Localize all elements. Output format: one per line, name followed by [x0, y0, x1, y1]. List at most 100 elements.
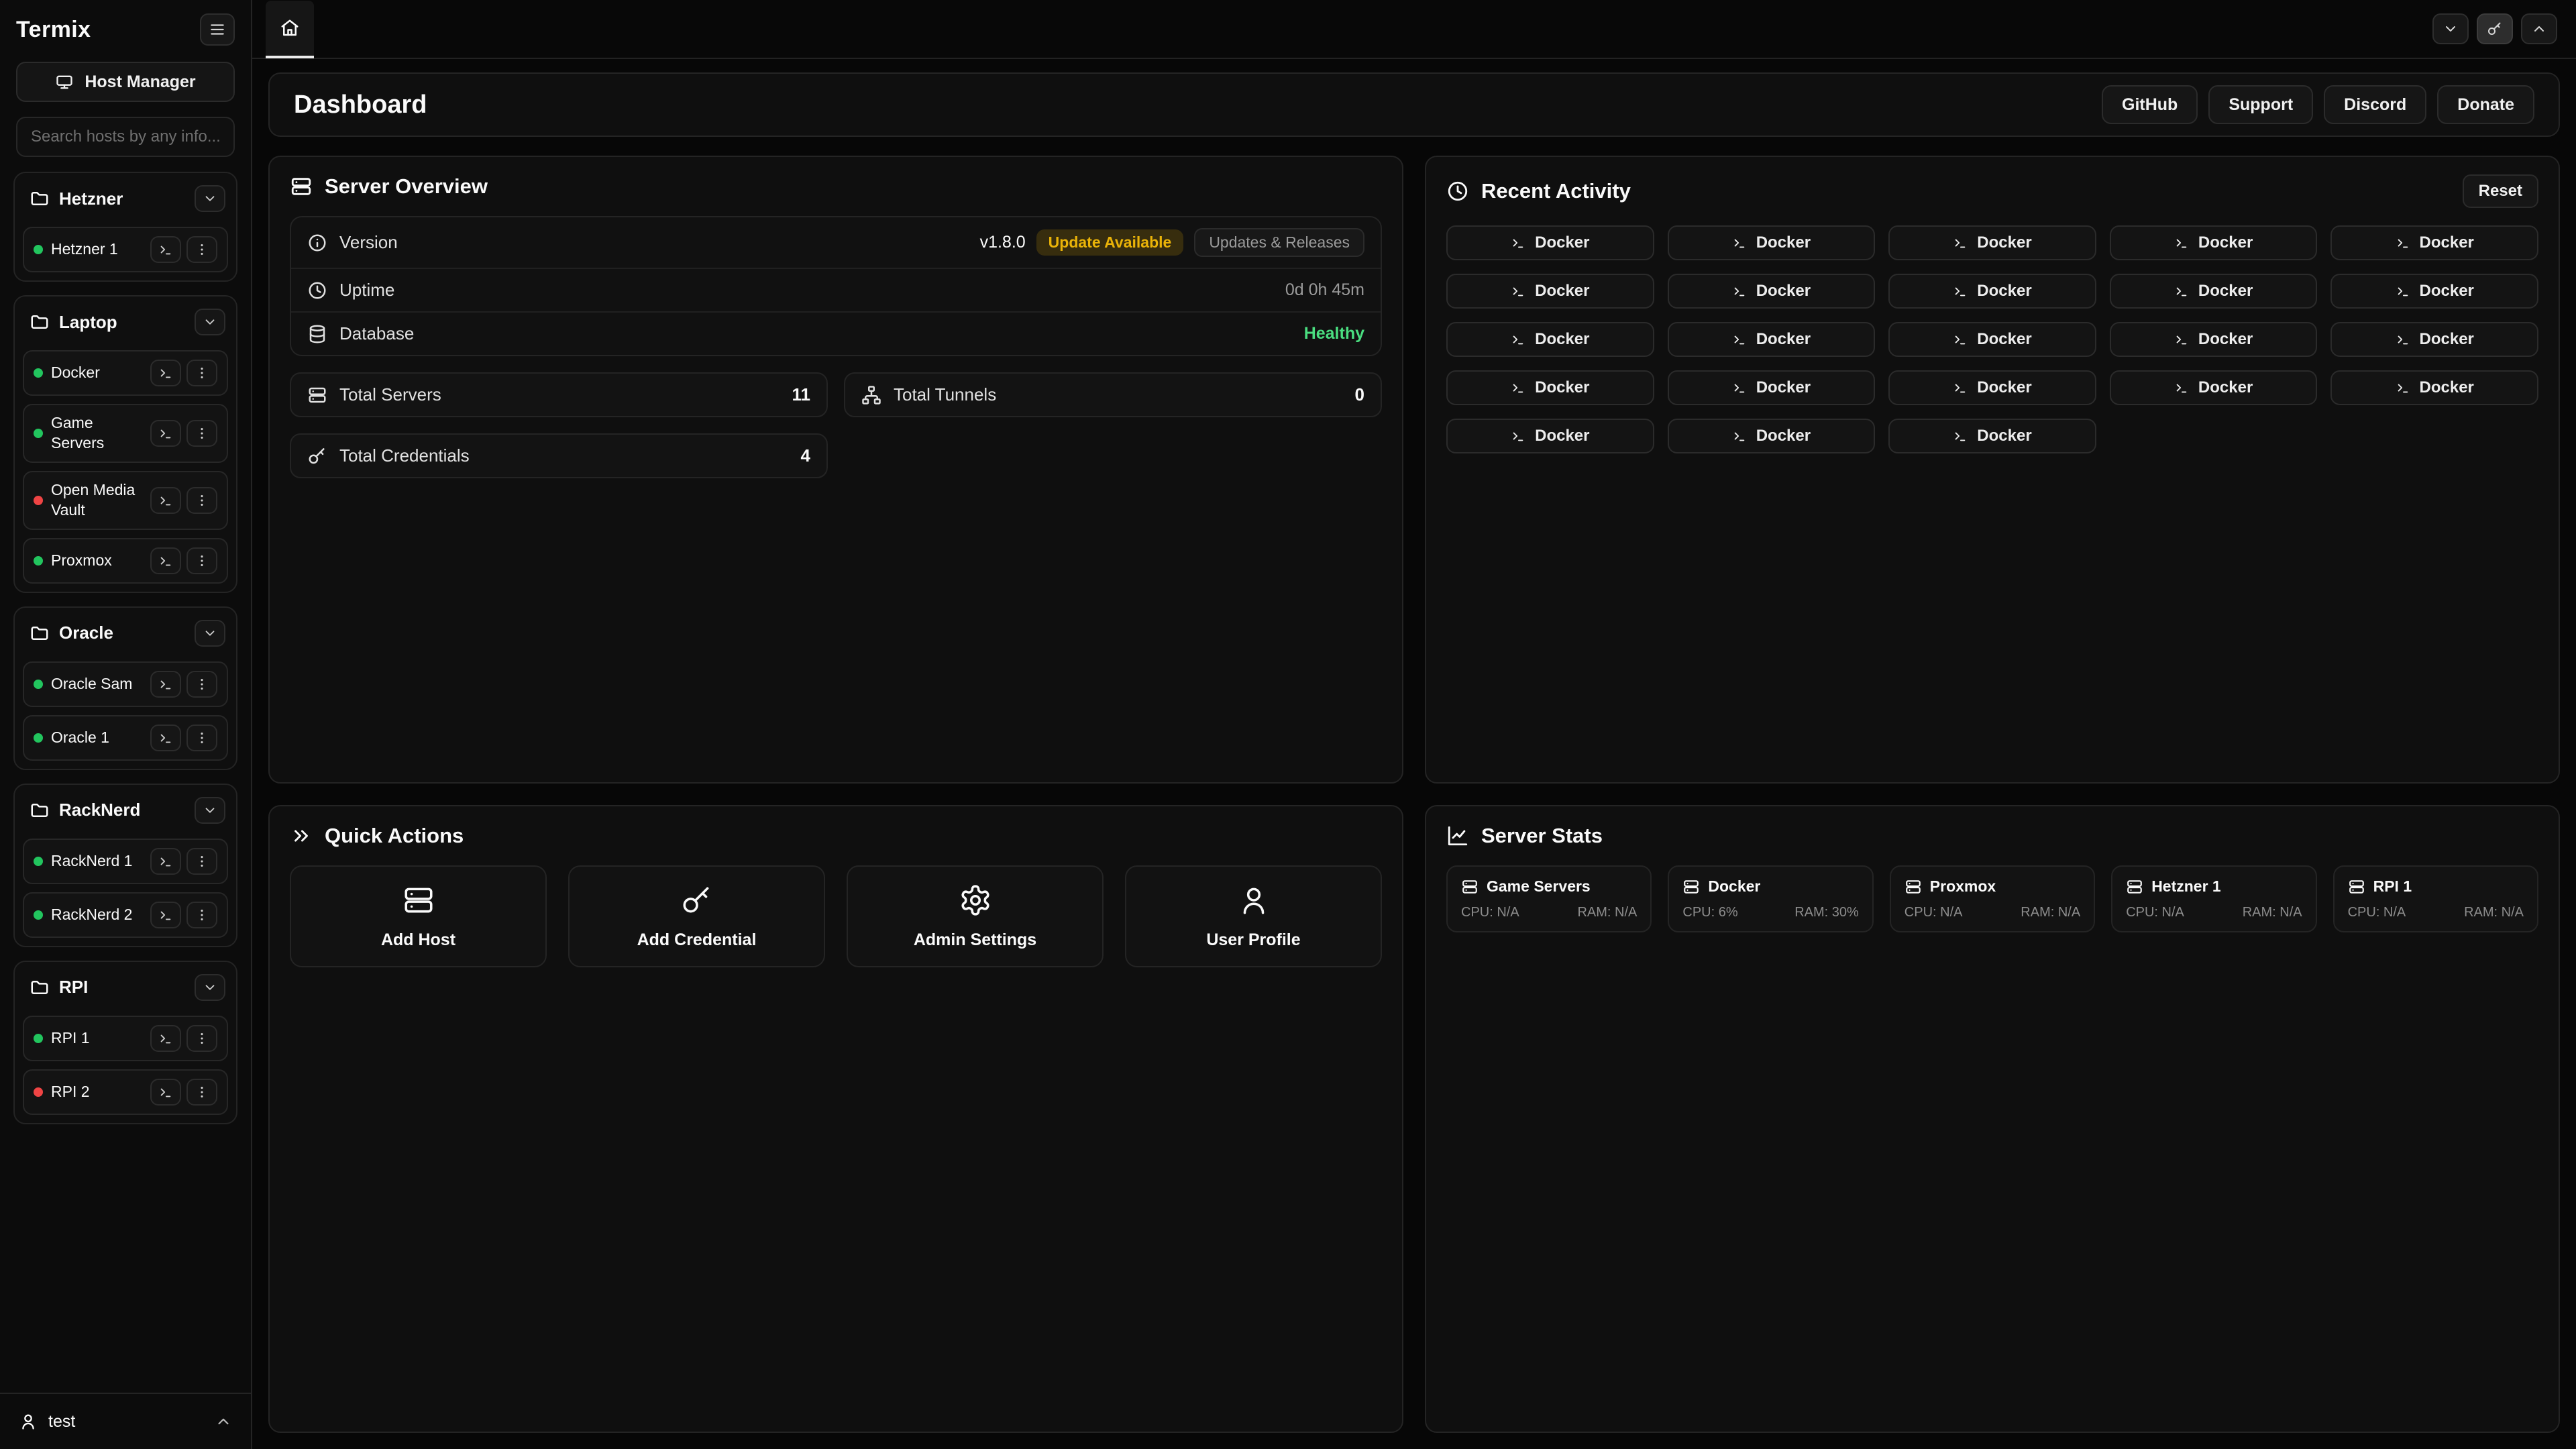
host-terminal-button[interactable] — [150, 848, 181, 875]
host-kebab-button[interactable] — [186, 1079, 217, 1106]
server-icon — [307, 385, 327, 405]
activity-item[interactable]: Docker — [2110, 370, 2318, 405]
stat-label: Total Servers — [339, 384, 780, 405]
terminal-icon — [1511, 429, 1525, 443]
quick-action-label: Add Host — [381, 930, 455, 950]
status-dot — [34, 1087, 43, 1097]
stat-tile-total-credentials: Total Credentials 4 — [290, 433, 828, 478]
activity-item[interactable]: Docker — [1888, 274, 2096, 309]
host-row-hetzner-1[interactable]: Hetzner 1 — [23, 227, 228, 272]
header-button-donate[interactable]: Donate — [2437, 85, 2534, 124]
host-row-racknerd-2[interactable]: RackNerd 2 — [23, 892, 228, 938]
host-kebab-button[interactable] — [186, 487, 217, 514]
user-menu-button[interactable]: test — [0, 1393, 251, 1449]
host-row-racknerd-1[interactable]: RackNerd 1 — [23, 839, 228, 884]
activity-item[interactable]: Docker — [2330, 322, 2538, 357]
host-label: Open Media Vault — [51, 480, 142, 521]
activity-item[interactable]: Docker — [1446, 225, 1654, 260]
host-kebab-button[interactable] — [186, 671, 217, 698]
stat-label: Total Tunnels — [894, 384, 1343, 405]
activity-label: Docker — [2420, 282, 2474, 301]
activity-item[interactable]: Docker — [1668, 274, 1876, 309]
host-manager-button[interactable]: Host Manager — [16, 62, 235, 102]
key-icon — [2487, 21, 2503, 37]
reset-button[interactable]: Reset — [2463, 174, 2538, 208]
updates-releases-button[interactable]: Updates & Releases — [1194, 228, 1364, 257]
header-button-discord[interactable]: Discord — [2324, 85, 2426, 124]
host-row-open-media-vault[interactable]: Open Media Vault — [23, 471, 228, 530]
quick-action-label: Add Credential — [637, 930, 757, 950]
host-terminal-button[interactable] — [150, 420, 181, 447]
activity-item[interactable]: Docker — [1446, 274, 1654, 309]
tab-home[interactable] — [266, 1, 314, 58]
host-row-oracle-1[interactable]: Oracle 1 — [23, 715, 228, 761]
quick-action-admin-settings[interactable]: Admin Settings — [847, 865, 1104, 967]
group-collapse-button[interactable] — [195, 309, 225, 335]
host-kebab-button[interactable] — [186, 236, 217, 263]
activity-label: Docker — [1756, 233, 1811, 252]
host-row-docker[interactable]: Docker — [23, 350, 228, 396]
host-terminal-button[interactable] — [150, 724, 181, 751]
host-terminal-button[interactable] — [150, 236, 181, 263]
search-input[interactable] — [16, 117, 235, 157]
header-button-support[interactable]: Support — [2208, 85, 2313, 124]
host-terminal-button[interactable] — [150, 360, 181, 386]
quick-action-user-profile[interactable]: User Profile — [1125, 865, 1382, 967]
quick-action-add-host[interactable]: Add Host — [290, 865, 547, 967]
activity-item[interactable]: Docker — [1446, 322, 1654, 357]
folder-icon — [30, 977, 50, 998]
host-terminal-button[interactable] — [150, 671, 181, 698]
terminal-icon — [2396, 332, 2410, 347]
host-row-oracle-sam[interactable]: Oracle Sam — [23, 661, 228, 707]
host-terminal-button[interactable] — [150, 902, 181, 928]
activity-item[interactable]: Docker — [2110, 322, 2318, 357]
activity-label: Docker — [1756, 378, 1811, 397]
activity-item[interactable]: Docker — [1668, 322, 1876, 357]
host-terminal-button[interactable] — [150, 547, 181, 574]
host-kebab-button[interactable] — [186, 360, 217, 386]
activity-item[interactable]: Docker — [2110, 274, 2318, 309]
host-kebab-button[interactable] — [186, 724, 217, 751]
activity-item[interactable]: Docker — [2330, 274, 2538, 309]
activity-item[interactable]: Docker — [2110, 225, 2318, 260]
host-row-rpi-1[interactable]: RPI 1 — [23, 1016, 228, 1061]
sidebar-menu-button[interactable] — [200, 13, 235, 46]
host-row-rpi-2[interactable]: RPI 2 — [23, 1069, 228, 1115]
terminal-icon — [1732, 380, 1747, 395]
group-collapse-button[interactable] — [195, 974, 225, 1001]
host-label: Hetzner 1 — [51, 239, 142, 260]
terminal-icon — [1953, 235, 1968, 250]
activity-item[interactable]: Docker — [1888, 370, 2096, 405]
host-row-game-servers[interactable]: Game Servers — [23, 404, 228, 463]
group-collapse-button[interactable] — [195, 185, 225, 212]
host-terminal-button[interactable] — [150, 487, 181, 514]
ram-stat: RAM: N/A — [1577, 905, 1637, 920]
group-collapse-button[interactable] — [195, 797, 225, 824]
tabbar-chevron-up-button[interactable] — [2521, 13, 2557, 44]
header-button-github[interactable]: GitHub — [2102, 85, 2198, 124]
quick-action-add-credential[interactable]: Add Credential — [568, 865, 825, 967]
host-kebab-button[interactable] — [186, 1025, 217, 1052]
activity-item[interactable]: Docker — [1668, 370, 1876, 405]
terminal-icon — [158, 677, 173, 692]
activity-item[interactable]: Docker — [1888, 419, 2096, 453]
activity-item[interactable]: Docker — [1446, 419, 1654, 453]
tabbar-key-button[interactable] — [2477, 13, 2513, 44]
activity-item[interactable]: Docker — [2330, 370, 2538, 405]
host-row-proxmox[interactable]: Proxmox — [23, 538, 228, 584]
tabbar-chevron-down-button[interactable] — [2432, 13, 2469, 44]
host-kebab-button[interactable] — [186, 848, 217, 875]
host-terminal-button[interactable] — [150, 1025, 181, 1052]
activity-item[interactable]: Docker — [1888, 322, 2096, 357]
activity-item[interactable]: Docker — [1446, 370, 1654, 405]
activity-item[interactable]: Docker — [2330, 225, 2538, 260]
quick-action-label: User Profile — [1206, 930, 1300, 950]
group-collapse-button[interactable] — [195, 620, 225, 647]
host-kebab-button[interactable] — [186, 547, 217, 574]
host-terminal-button[interactable] — [150, 1079, 181, 1106]
host-kebab-button[interactable] — [186, 420, 217, 447]
activity-item[interactable]: Docker — [1668, 225, 1876, 260]
activity-item[interactable]: Docker — [1888, 225, 2096, 260]
activity-item[interactable]: Docker — [1668, 419, 1876, 453]
host-kebab-button[interactable] — [186, 902, 217, 928]
